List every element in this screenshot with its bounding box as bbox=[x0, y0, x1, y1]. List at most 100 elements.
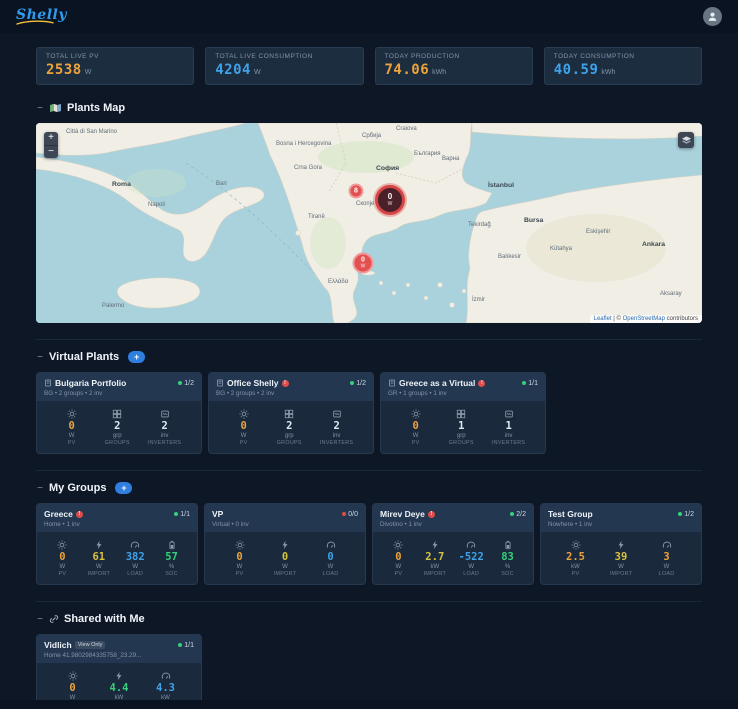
plant-title: Office Shelly bbox=[227, 378, 279, 388]
plant-subtitle: BG • 2 groups • 2 inv bbox=[216, 390, 275, 397]
map-label: Bosna i Hercegovina bbox=[276, 141, 332, 147]
my-groups-section: − My Groups + Greece ! 1/1 Home • 1 inv bbox=[36, 470, 702, 585]
collapse-toggle[interactable]: − bbox=[36, 103, 44, 114]
map-attribution: Leaflet | © OpenStreetMap contributors bbox=[589, 315, 702, 323]
zoom-out-button[interactable]: − bbox=[44, 145, 58, 158]
plant-subtitle: BG • 2 groups • 2 inv bbox=[44, 390, 103, 397]
layers-control[interactable] bbox=[678, 132, 694, 148]
collapse-toggle[interactable]: − bbox=[36, 352, 44, 363]
map-cluster-marker[interactable]: 0 W bbox=[352, 252, 374, 274]
shared-section: − Shared with Me Vidlich View Only 1/1 H… bbox=[36, 601, 702, 709]
virtual-plant-card[interactable]: Office Shelly ! 1/2 BG • 2 groups • 2 in… bbox=[208, 372, 374, 454]
status-badge: 0/0 bbox=[339, 511, 358, 518]
groups-icon bbox=[456, 409, 466, 419]
map-label: Bari bbox=[216, 181, 227, 187]
stat-pv: 0 W PV bbox=[57, 409, 87, 446]
section-title: Plants Map bbox=[67, 102, 126, 114]
virtual-plant-card[interactable]: Bulgaria Portfolio 1/2 BG • 2 groups • 2… bbox=[36, 372, 202, 454]
gauge-icon bbox=[130, 540, 140, 550]
kpi-unit: kWh bbox=[432, 69, 447, 76]
map-label: Tiranë bbox=[308, 214, 325, 220]
map-icon bbox=[49, 103, 62, 113]
map-label: Ankara bbox=[642, 241, 665, 248]
osm-link[interactable]: OpenStreetMap bbox=[623, 316, 665, 322]
logo-swoosh bbox=[16, 20, 54, 25]
top-bar: Shelly bbox=[0, 0, 738, 33]
status-badge: 1/2 bbox=[675, 511, 694, 518]
add-group-button[interactable]: + bbox=[115, 482, 133, 494]
map-cluster-marker[interactable]: 8 bbox=[348, 183, 364, 199]
user-avatar-button[interactable] bbox=[703, 7, 722, 26]
group-card[interactable]: VP 0/0 Virtual • 0 inv 0 W PV 0 W IMPORT… bbox=[204, 503, 366, 585]
gauge-icon bbox=[466, 540, 476, 550]
kpi-label: TOTAL LIVE CONSUMPTION bbox=[215, 53, 313, 60]
stat-soc: 83 % SOC bbox=[493, 540, 523, 577]
stat-pv: 0 W PV bbox=[47, 540, 77, 577]
collapse-toggle[interactable]: − bbox=[36, 614, 44, 625]
stat-pv: 2.5 kW PV bbox=[561, 540, 591, 577]
stat-import: 2.7 kW IMPORT bbox=[420, 540, 450, 577]
kpi-value: 4204 bbox=[215, 62, 251, 78]
kpi-label: TODAY PRODUCTION bbox=[384, 53, 460, 60]
group-subtitle: Virtual • 0 inv bbox=[212, 521, 249, 528]
stat-load: 3 W LOAD bbox=[652, 540, 682, 577]
group-card[interactable]: Greece ! 1/1 Home • 1 inv 0 W PV 61 W IM… bbox=[36, 503, 198, 585]
sun-icon bbox=[67, 671, 78, 681]
map-canvas: Città di San Marino Roma Napoli Bari Palermo… bbox=[36, 123, 702, 323]
add-virtual-plant-button[interactable]: + bbox=[128, 351, 146, 363]
map-cluster-marker[interactable]: 0 W bbox=[375, 185, 405, 215]
building-icon bbox=[216, 379, 224, 387]
status-dot bbox=[350, 381, 355, 385]
kpi-label: TODAY CONSUMPTION bbox=[553, 53, 635, 60]
battery-icon bbox=[167, 540, 177, 550]
building-icon bbox=[388, 379, 396, 387]
alert-badge: ! bbox=[281, 379, 289, 387]
kpi-value: 74.06 bbox=[384, 62, 430, 78]
leaflet-link[interactable]: Leaflet bbox=[594, 316, 612, 322]
group-card[interactable]: Test Group 1/2 Nowhere • 1 inv 2.5 kW PV… bbox=[540, 503, 702, 585]
status-dot bbox=[342, 512, 347, 516]
sun-icon bbox=[570, 540, 581, 550]
view-only-badge: View Only bbox=[74, 641, 106, 649]
map-label: Bursa bbox=[524, 217, 543, 224]
map-label: България bbox=[414, 151, 441, 157]
gauge-icon bbox=[662, 540, 672, 550]
bolt-icon bbox=[280, 540, 290, 550]
shared-subtitle: Home 41.9802984335758_23.29... bbox=[44, 652, 142, 659]
kpi-unit: W bbox=[84, 69, 92, 76]
map-label: Скопје bbox=[356, 201, 375, 207]
bolt-icon bbox=[94, 540, 104, 550]
sun-icon bbox=[234, 540, 245, 550]
status-dot bbox=[178, 643, 183, 647]
map-zoom-control: + − bbox=[44, 132, 58, 158]
map-label: Palermo bbox=[102, 303, 125, 309]
link-icon bbox=[49, 614, 59, 624]
stat-groups: 2 grp GROUPS bbox=[102, 409, 132, 446]
virtual-plant-card[interactable]: Greece as a Virtual ! 1/1 GR • 1 groups … bbox=[380, 372, 546, 454]
sun-icon bbox=[239, 409, 249, 419]
inverter-icon bbox=[160, 409, 170, 419]
plant-subtitle: GR • 1 groups • 1 inv bbox=[388, 390, 447, 397]
stat-import: 61 W IMPORT bbox=[84, 540, 114, 577]
zoom-in-button[interactable]: + bbox=[44, 132, 58, 145]
shared-plant-card[interactable]: Vidlich View Only 1/1 Home 41.9802984335… bbox=[36, 634, 202, 709]
sun-icon bbox=[393, 540, 403, 550]
group-card[interactable]: Mirev Deye ! 2/2 Divotino • 1 inv 0 W PV bbox=[372, 503, 534, 585]
group-title: Greece bbox=[44, 509, 73, 519]
status-badge: 1/2 bbox=[175, 380, 194, 387]
collapse-toggle[interactable]: − bbox=[36, 483, 44, 494]
plants-map-section: − Plants Map Città di San Marino Roma Na… bbox=[36, 102, 702, 323]
map-label: Crna Gora bbox=[294, 165, 323, 171]
status-badge: 1/1 bbox=[171, 511, 190, 518]
alert-badge: ! bbox=[427, 510, 435, 518]
bottom-bar bbox=[0, 700, 738, 709]
groups-icon bbox=[112, 409, 122, 419]
stat-inverters: 2 inv INVERTERS bbox=[320, 409, 353, 446]
bolt-icon bbox=[616, 540, 626, 550]
stat-inverters: 1 inv INVERTERS bbox=[492, 409, 525, 446]
group-title: Test Group bbox=[548, 509, 593, 519]
plants-map[interactable]: Città di San Marino Roma Napoli Bari Palermo… bbox=[36, 123, 702, 323]
battery-icon bbox=[503, 540, 513, 550]
shared-row: Vidlich View Only 1/1 Home 41.9802984335… bbox=[36, 634, 702, 709]
status-dot bbox=[178, 381, 183, 385]
